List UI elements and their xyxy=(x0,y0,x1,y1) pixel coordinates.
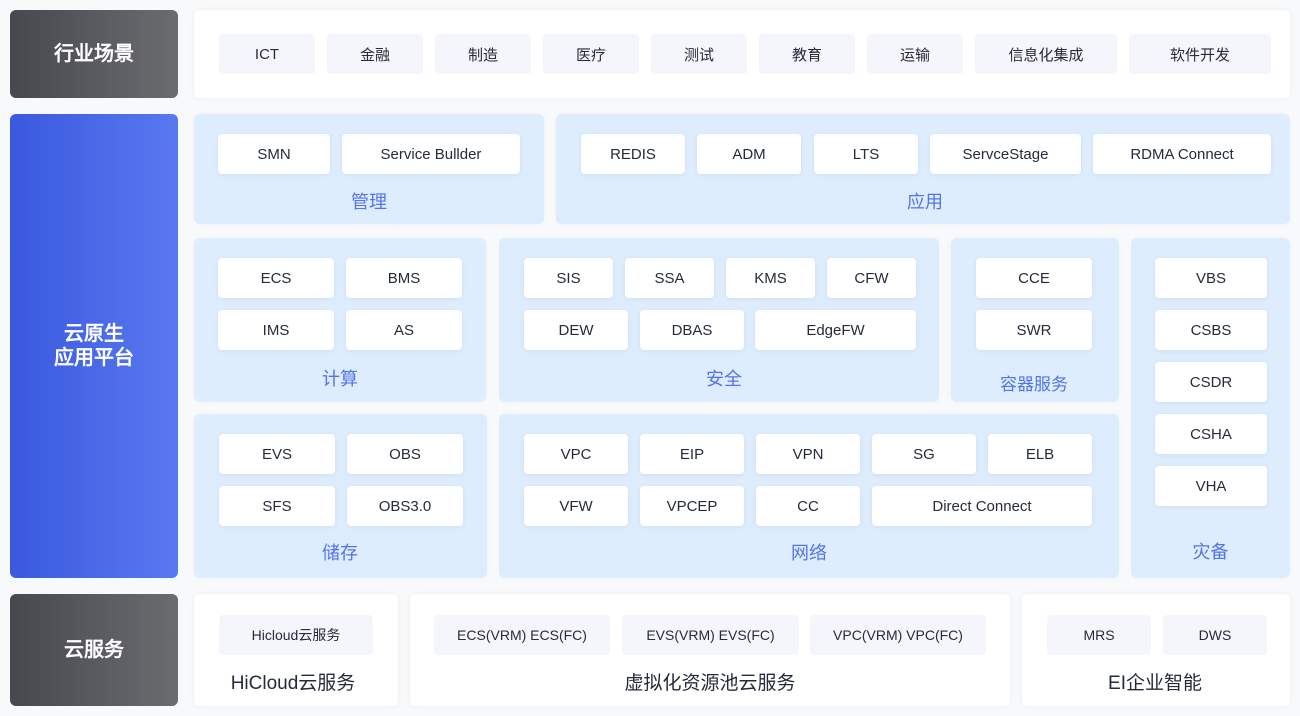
service-chip[interactable]: VBS xyxy=(1155,258,1267,298)
service-chip[interactable]: CC xyxy=(756,486,860,526)
service-chip[interactable]: ADM xyxy=(697,134,801,174)
industry-chip-transport[interactable]: 运输 xyxy=(867,34,963,74)
service-chip[interactable]: CCE xyxy=(976,258,1092,298)
service-chip[interactable]: OBS xyxy=(347,434,463,474)
cloud-services-label-text: 云服务 xyxy=(64,639,124,661)
service-chip[interactable]: SIS xyxy=(524,258,613,298)
service-chip[interactable]: VHA xyxy=(1155,466,1267,506)
group-container: CCE SWR 容器服务 xyxy=(951,238,1119,402)
group-title-management: 管理 xyxy=(351,192,387,212)
group-hicloud: Hicloud云服务 HiCloud云服务 xyxy=(194,594,398,706)
service-chip[interactable]: EVS xyxy=(219,434,335,474)
service-chip[interactable]: VPC xyxy=(524,434,628,474)
group-title-disaster-recovery: 灾备 xyxy=(1192,542,1229,562)
service-chip[interactable]: VPCEP xyxy=(640,486,744,526)
group-network: VPC EIP VPN SG ELB VFW VPCEP CC Direct C… xyxy=(499,414,1119,578)
service-chip[interactable]: CFW xyxy=(827,258,916,298)
industry-chip-software-dev[interactable]: 软件开发 xyxy=(1129,34,1271,74)
industry-chip-medical[interactable]: 医疗 xyxy=(543,34,639,74)
industry-scenarios-label: 行业场景 xyxy=(10,10,178,98)
cloud-native-platform-label: 云原生 应用平台 xyxy=(10,114,178,578)
cloud-service-chip[interactable]: Hicloud云服务 xyxy=(219,615,373,655)
group-title-hicloud: HiCloud云服务 xyxy=(230,673,356,694)
group-title-container: 容器服务 xyxy=(1000,375,1068,394)
industry-chip-testing[interactable]: 测试 xyxy=(651,34,747,74)
service-chip[interactable]: REDIS xyxy=(581,134,685,174)
group-compute: ECS BMS IMS AS 计算 xyxy=(194,238,486,402)
group-title-application: 应用 xyxy=(907,192,943,212)
service-chip[interactable]: ServceStage xyxy=(930,134,1081,174)
group-title-virtual-pool: 虚拟化资源池云服务 xyxy=(624,673,796,694)
service-chip[interactable]: KMS xyxy=(726,258,815,298)
service-chip[interactable]: IMS xyxy=(218,310,334,350)
group-disaster-recovery: VBS CSBS CSDR CSHA VHA 灾备 xyxy=(1131,238,1290,578)
service-chip[interactable]: ECS xyxy=(218,258,334,298)
cloud-service-chip[interactable]: MRS xyxy=(1047,615,1151,655)
service-chip[interactable]: EdgeFW xyxy=(755,310,916,350)
service-chip[interactable]: DBAS xyxy=(640,310,744,350)
group-management: SMN Service Bullder 管理 xyxy=(194,114,544,224)
service-chip[interactable]: AS xyxy=(346,310,462,350)
service-chip[interactable]: VPN xyxy=(756,434,860,474)
group-storage: EVS OBS SFS OBS3.0 储存 xyxy=(194,414,487,578)
service-chip[interactable]: OBS3.0 xyxy=(347,486,463,526)
service-chip[interactable]: CSBS xyxy=(1155,310,1267,350)
cloud-service-chip[interactable]: EVS(VRM) EVS(FC) xyxy=(622,615,799,655)
group-ei: MRS DWS EI企业智能 xyxy=(1022,594,1290,706)
cloud-service-chip[interactable]: DWS xyxy=(1163,615,1267,655)
group-title-security: 安全 xyxy=(706,369,742,389)
industry-chip-ict[interactable]: ICT xyxy=(219,34,315,74)
industry-panel: ICT 金融 制造 医疗 测试 教育 运输 信息化集成 软件开发 xyxy=(194,10,1290,98)
service-chip[interactable]: SSA xyxy=(625,258,714,298)
service-chip[interactable]: SMN xyxy=(218,134,330,174)
group-application: REDIS ADM LTS ServceStage RDMA Connect 应… xyxy=(556,114,1290,224)
service-chip[interactable]: SFS xyxy=(219,486,335,526)
cloud-native-platform-label-text: 云原生 应用平台 xyxy=(54,323,134,369)
group-title-compute: 计算 xyxy=(322,369,358,389)
industry-chip-education[interactable]: 教育 xyxy=(759,34,855,74)
service-chip[interactable]: VFW xyxy=(524,486,628,526)
group-virtual-pool: ECS(VRM) ECS(FC) EVS(VRM) EVS(FC) VPC(VR… xyxy=(410,594,1010,706)
service-chip[interactable]: SG xyxy=(872,434,976,474)
industry-scenarios-label-text: 行业场景 xyxy=(54,43,134,65)
cloud-service-chip[interactable]: ECS(VRM) ECS(FC) xyxy=(434,615,610,655)
service-chip[interactable]: SWR xyxy=(976,310,1092,350)
industry-chip-finance[interactable]: 金融 xyxy=(327,34,423,74)
cloud-services-label: 云服务 xyxy=(10,594,178,706)
service-chip[interactable]: Direct Connect xyxy=(872,486,1092,526)
service-chip[interactable]: CSDR xyxy=(1155,362,1267,402)
service-chip[interactable]: CSHA xyxy=(1155,414,1267,454)
service-chip[interactable]: LTS xyxy=(814,134,918,174)
service-chip[interactable]: EIP xyxy=(640,434,744,474)
group-title-storage: 储存 xyxy=(322,543,358,563)
group-title-network: 网络 xyxy=(791,543,827,563)
industry-chip-manufacturing[interactable]: 制造 xyxy=(435,34,531,74)
service-chip[interactable]: BMS xyxy=(346,258,462,298)
industry-chip-it-integration[interactable]: 信息化集成 xyxy=(975,34,1117,74)
service-chip[interactable]: DEW xyxy=(524,310,628,350)
service-chip[interactable]: RDMA Connect xyxy=(1093,134,1271,174)
group-security: SIS SSA KMS CFW DEW DBAS EdgeFW 安全 xyxy=(499,238,939,402)
cloud-service-chip[interactable]: VPC(VRM) VPC(FC) xyxy=(810,615,986,655)
service-chip[interactable]: ELB xyxy=(988,434,1092,474)
service-chip[interactable]: Service Bullder xyxy=(342,134,520,174)
group-title-ei: EI企业智能 xyxy=(1108,673,1202,694)
